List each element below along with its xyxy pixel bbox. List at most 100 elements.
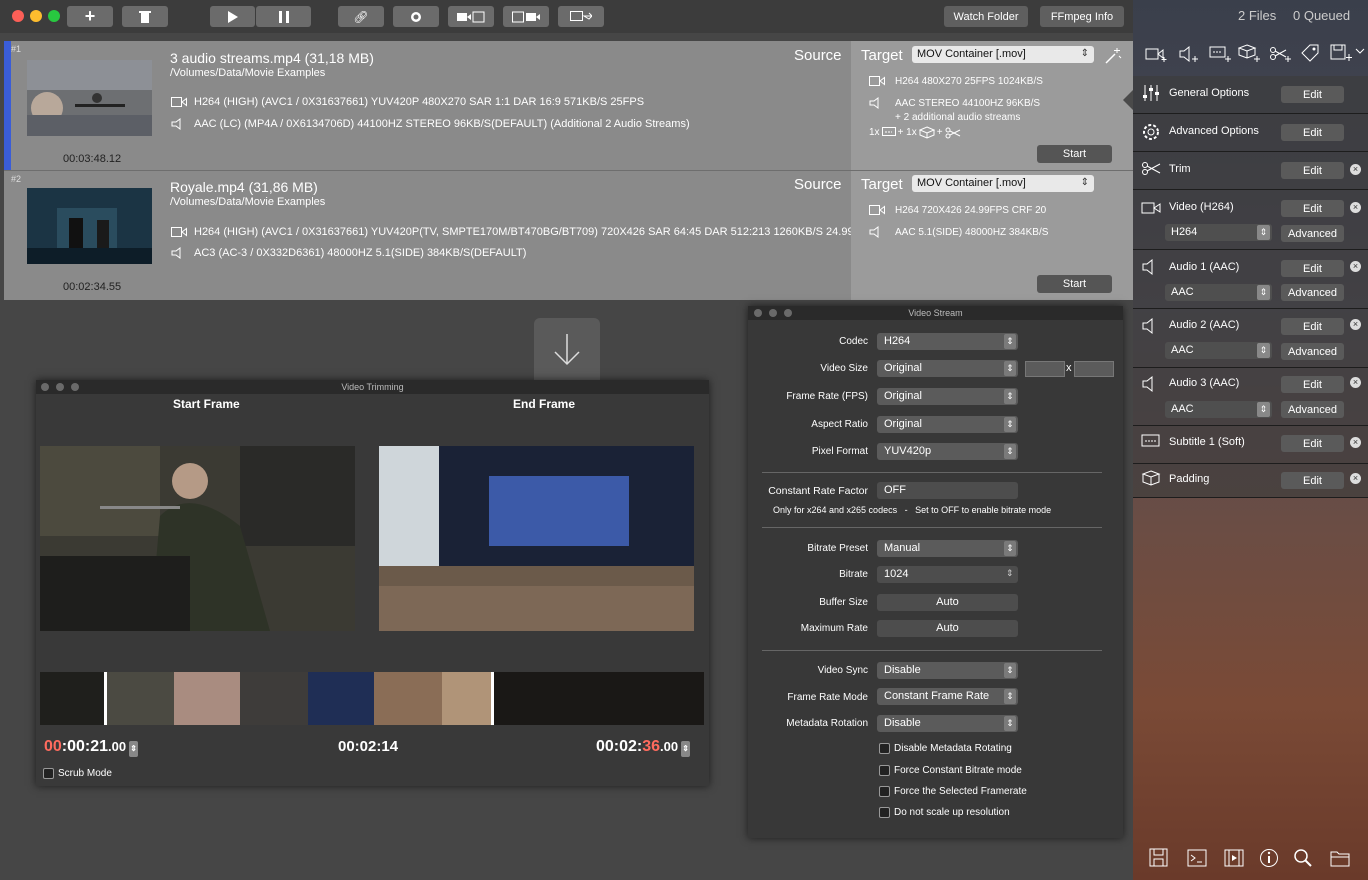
remove-icon[interactable]: × <box>1350 261 1361 272</box>
edit-button[interactable]: Edit <box>1281 435 1344 452</box>
remove-icon[interactable]: × <box>1350 319 1361 330</box>
magic-wand-icon[interactable] <box>1104 47 1122 65</box>
maximum-rate-input[interactable]: Auto <box>877 620 1018 637</box>
height-input[interactable] <box>1074 361 1114 377</box>
add-padding-icon[interactable] <box>1238 44 1260 62</box>
edit-button[interactable]: Edit <box>1281 472 1344 489</box>
close-window-button[interactable] <box>12 10 24 22</box>
folder-icon[interactable] <box>1330 849 1350 867</box>
edit-button[interactable]: Edit <box>1281 376 1344 393</box>
metadata-rotation-select[interactable]: Disable <box>877 715 1018 732</box>
record-button[interactable] <box>393 6 439 27</box>
remove-icon[interactable]: × <box>1350 164 1361 175</box>
edit-button[interactable]: Edit <box>1281 162 1344 179</box>
link-button[interactable]: 🔗︎ <box>338 6 384 27</box>
video-to-image-button[interactable] <box>448 6 494 27</box>
zoom-window-button[interactable] <box>48 10 60 22</box>
video-sync-select[interactable]: Disable <box>877 662 1018 679</box>
remove-icon[interactable]: × <box>1350 377 1361 388</box>
bitrate-preset-select[interactable]: Manual <box>877 540 1018 557</box>
bitrate-stepper[interactable]: 1024 <box>877 566 1018 583</box>
save-icon[interactable] <box>1149 848 1169 868</box>
crf-input[interactable]: OFF <box>877 482 1018 499</box>
frame-rate-mode-select[interactable]: Constant Frame Rate <box>877 688 1018 705</box>
end-time-stepper[interactable]: ⇕ <box>681 741 691 757</box>
film-icon[interactable] <box>1224 848 1244 868</box>
checkbox-box[interactable] <box>879 807 890 818</box>
tag-icon[interactable] <box>1300 44 1322 62</box>
video-size-select[interactable]: Original <box>877 360 1018 377</box>
remove-icon[interactable]: × <box>1350 473 1361 484</box>
queue-row[interactable]: #2 00:02:34.55 Royale.mp4 (31,86 MB) /Vo… <box>4 171 1133 300</box>
subtitle-export-button[interactable] <box>558 6 604 27</box>
sidebar-item-audio-2[interactable]: Audio 2 (AAC) Edit × AAC Advanced <box>1133 309 1368 368</box>
advanced-button[interactable]: Advanced <box>1281 284 1344 301</box>
play-button[interactable] <box>210 6 255 27</box>
end-time-field[interactable]: 00:02: 36.00 ⇕ <box>596 738 691 757</box>
timeline-filmstrip[interactable] <box>40 672 704 725</box>
force-framerate-checkbox[interactable]: Force the Selected Framerate <box>879 786 1027 797</box>
aspect-ratio-select[interactable]: Original <box>877 416 1018 433</box>
advanced-button[interactable]: Advanced <box>1281 343 1344 360</box>
search-icon[interactable] <box>1293 848 1313 868</box>
codec-select[interactable]: H264 <box>877 333 1018 350</box>
checkbox-box[interactable] <box>879 743 890 754</box>
edit-button[interactable]: Edit <box>1281 200 1344 217</box>
window-minimize-button[interactable] <box>769 309 777 317</box>
pixel-format-select[interactable]: YUV420p <box>877 443 1018 460</box>
buffer-size-input[interactable]: Auto <box>877 594 1018 611</box>
add-file-button[interactable]: + <box>67 6 113 27</box>
add-subtitle-icon[interactable] <box>1209 46 1231 62</box>
sidebar-item-advanced-options[interactable]: Advanced Options Edit <box>1133 114 1368 152</box>
image-to-video-button[interactable] <box>503 6 549 27</box>
terminal-icon[interactable] <box>1187 848 1207 868</box>
sidebar-item-audio-1[interactable]: Audio 1 (AAC) Edit × AAC Advanced <box>1133 250 1368 309</box>
watch-folder-button[interactable]: Watch Folder <box>944 6 1028 27</box>
codec-select[interactable]: H264 <box>1165 224 1272 241</box>
codec-select[interactable]: AAC <box>1165 342 1272 359</box>
pause-button[interactable] <box>256 6 311 27</box>
window-minimize-button[interactable] <box>56 383 64 391</box>
start-time-field[interactable]: 00:00:21.00 ⇕ <box>44 738 139 757</box>
advanced-button[interactable]: Advanced <box>1281 401 1344 418</box>
sidebar-item-video[interactable]: Video (H264) Edit × H264 Advanced <box>1133 190 1368 250</box>
queue-row[interactable]: #1 00:03:48.12 3 audio streams.mp4 (31,1… <box>4 41 1133 170</box>
edit-button[interactable]: Edit <box>1281 124 1344 141</box>
no-upscale-checkbox[interactable]: Do not scale up resolution <box>879 807 1010 818</box>
checkbox-box[interactable] <box>879 786 890 797</box>
ffmpeg-info-button[interactable]: FFmpeg Info <box>1040 6 1124 27</box>
target-container-select[interactable]: MOV Container [.mov] <box>912 175 1094 192</box>
add-video-stream-icon[interactable] <box>1145 46 1167 62</box>
target-container-select[interactable]: MOV Container [.mov] <box>912 46 1094 63</box>
edit-button[interactable]: Edit <box>1281 260 1344 277</box>
sidebar-item-audio-3[interactable]: Audio 3 (AAC) Edit × AAC Advanced <box>1133 368 1368 426</box>
edit-button[interactable]: Edit <box>1281 86 1344 103</box>
add-trim-icon[interactable] <box>1269 46 1291 62</box>
start-button[interactable]: Start <box>1037 145 1112 163</box>
chevron-down-icon[interactable] <box>1355 44 1365 62</box>
remove-icon[interactable]: × <box>1350 202 1361 213</box>
force-cbr-checkbox[interactable]: Force Constant Bitrate mode <box>879 765 1022 776</box>
save-preset-icon[interactable] <box>1330 44 1352 62</box>
start-button[interactable]: Start <box>1037 275 1112 293</box>
codec-select[interactable]: AAC <box>1165 401 1272 418</box>
checkbox-box[interactable] <box>43 768 54 779</box>
start-time-stepper[interactable]: ⇕ <box>129 741 139 757</box>
edit-button[interactable]: Edit <box>1281 318 1344 335</box>
scrub-mode-checkbox[interactable]: Scrub Mode <box>43 768 112 779</box>
window-zoom-button[interactable] <box>784 309 792 317</box>
add-audio-stream-icon[interactable] <box>1178 46 1200 62</box>
width-input[interactable] <box>1025 361 1065 377</box>
window-close-button[interactable] <box>754 309 762 317</box>
remove-icon[interactable]: × <box>1350 437 1361 448</box>
bitrate-stepper-arrows[interactable]: ⇕ <box>1006 568 1014 579</box>
info-icon[interactable] <box>1259 848 1279 868</box>
sidebar-item-trim[interactable]: Trim Edit × <box>1133 152 1368 190</box>
codec-select[interactable]: AAC <box>1165 284 1272 301</box>
sidebar-item-padding[interactable]: Padding Edit × <box>1133 464 1368 498</box>
remove-file-button[interactable] <box>122 6 168 27</box>
sidebar-item-general-options[interactable]: General Options Edit <box>1133 76 1368 114</box>
window-zoom-button[interactable] <box>71 383 79 391</box>
advanced-button[interactable]: Advanced <box>1281 225 1344 242</box>
minimize-window-button[interactable] <box>30 10 42 22</box>
